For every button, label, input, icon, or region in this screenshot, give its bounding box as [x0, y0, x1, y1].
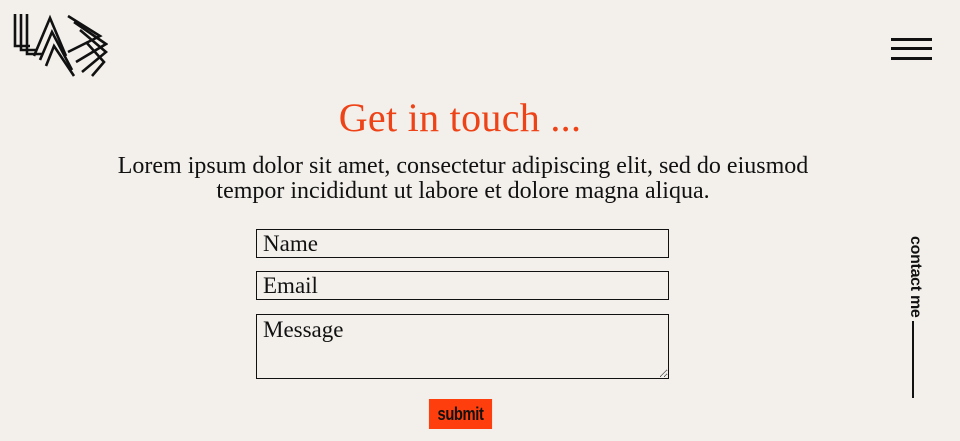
logo-icon[interactable]	[12, 12, 108, 78]
name-field[interactable]	[256, 229, 669, 258]
message-field[interactable]	[256, 314, 669, 379]
intro-text: Lorem ipsum dolor sit amet, consectetur …	[117, 153, 809, 204]
hamburger-menu-icon	[891, 38, 932, 41]
menu-button[interactable]	[891, 38, 933, 64]
email-field[interactable]	[256, 271, 669, 300]
side-divider-line	[912, 321, 914, 398]
submit-button[interactable]: submit	[428, 399, 493, 429]
contact-me-link[interactable]: contact me	[898, 236, 930, 318]
contact-me-label: contact me	[907, 236, 924, 318]
page-title: Get in touch ...	[338, 95, 582, 140]
